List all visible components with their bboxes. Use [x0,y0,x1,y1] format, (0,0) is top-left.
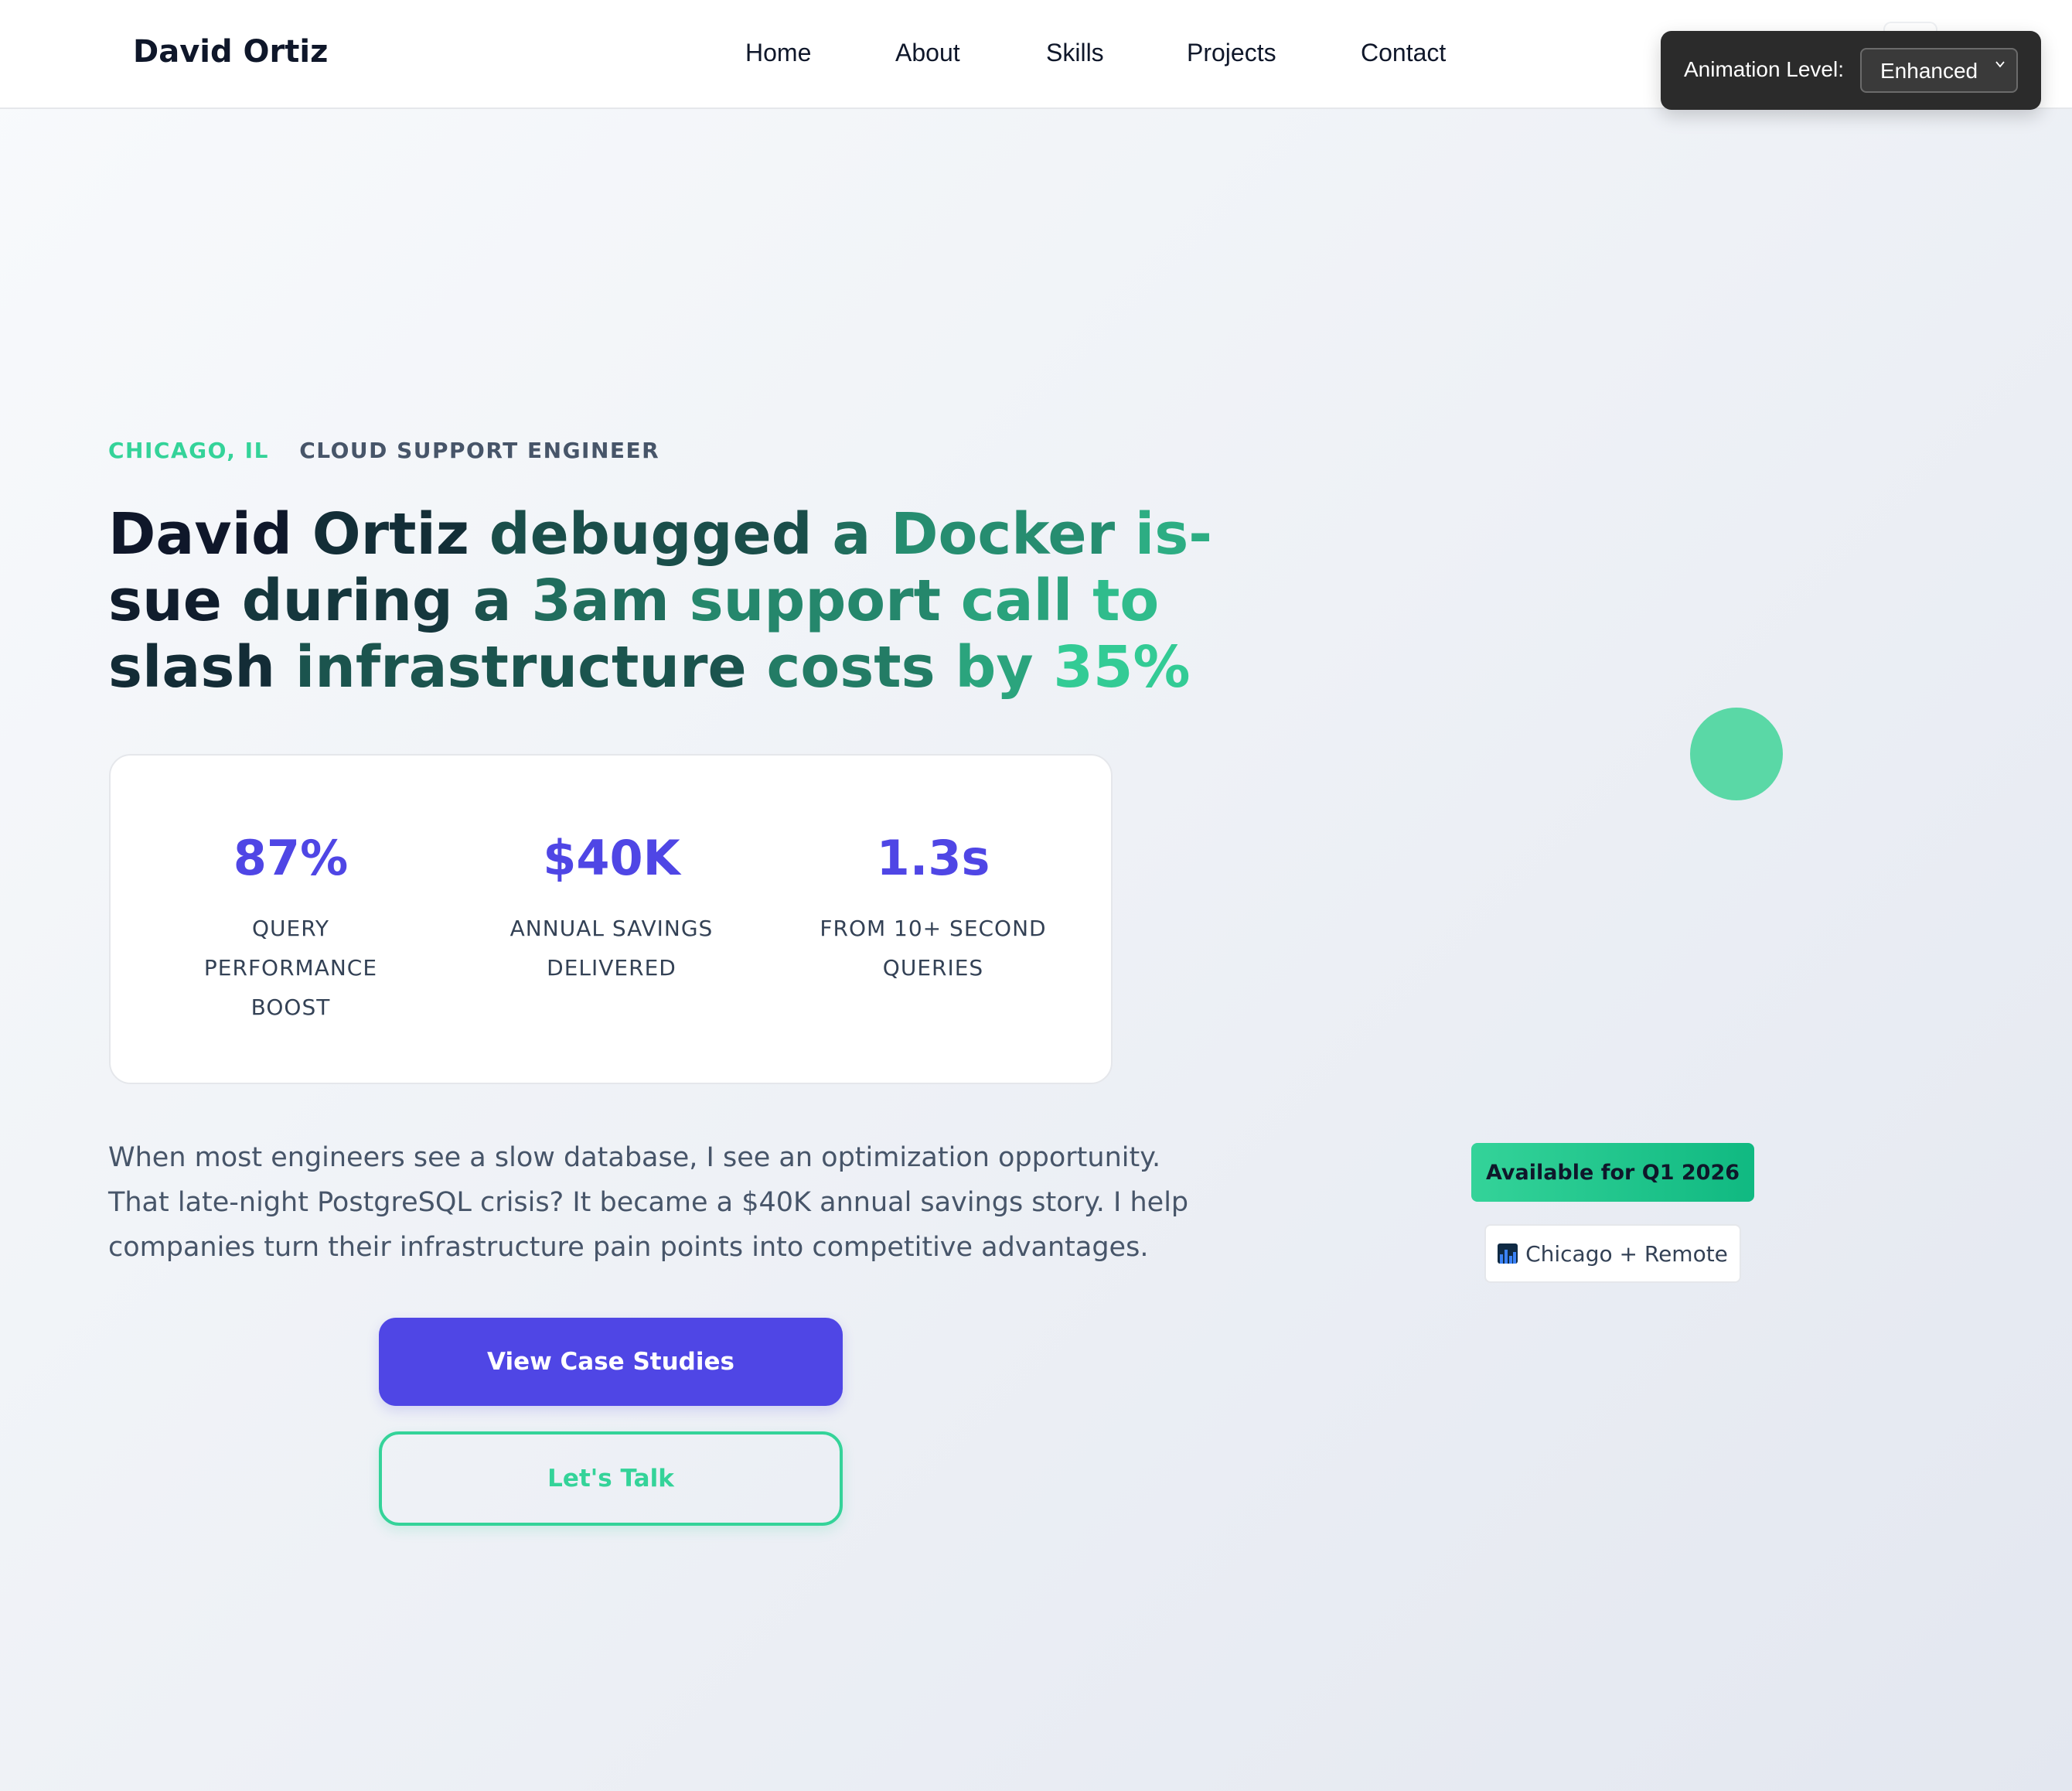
hero-description: When most engineers see a slow database,… [108,1135,1189,1270]
nav-link-skills[interactable]: Skills [1046,39,1104,67]
stat-value: 1.3s [876,830,990,886]
animation-level-panel: Animation Level: Enhanced [1661,31,2041,110]
animation-level-select[interactable]: Enhanced [1860,48,2018,93]
nav-link-about[interactable]: About [895,39,960,67]
animation-level-value: Enhanced [1880,59,1978,83]
headline-line: sue during a 3am support call to [108,568,1160,634]
description-line: companies turn their infrastructure pain… [108,1232,1149,1263]
stat-label: FROM 10+ SECOND QUERIES [794,909,1072,988]
stat-label-line: DELIVERED [547,955,676,981]
stat-value: 87% [233,830,349,886]
hero-eyebrow: CHICAGO, IL CLOUD SUPPORT ENGINEER [108,438,659,463]
stat-label: ANNUAL SAVINGS DELIVERED [472,909,751,988]
stat-label-line: PERFORMANCE [203,955,378,981]
stat-label-line: QUERY [252,916,329,941]
stat-label-line: BOOST [250,994,331,1020]
city-night-icon [1498,1243,1518,1264]
hero-headline: David Ortiz debugged a Docker is- sue du… [108,501,1213,701]
chevron-down-icon [1995,61,2005,68]
hero-location: CHICAGO, IL [108,438,269,463]
hero-role: CLOUD SUPPORT ENGINEER [299,438,660,463]
decorative-circle [1690,708,1783,800]
lets-talk-button[interactable]: Let's Talk [379,1431,843,1526]
nav-link-contact[interactable]: Contact [1361,39,1446,67]
stat-label-line: QUERIES [882,955,984,981]
stat-label: QUERY PERFORMANCE BOOST [152,909,430,1027]
view-case-studies-button[interactable]: View Case Studies [379,1318,843,1406]
description-line: When most engineers see a slow database,… [108,1142,1161,1173]
nav-link-home[interactable]: Home [745,39,811,67]
stat-label-line: ANNUAL SAVINGS [509,916,714,941]
headline-line: David Ortiz debugged a Docker is- [108,501,1213,568]
animation-level-label: Animation Level: [1684,57,1845,81]
stat-label-line: FROM 10+ SECOND [820,916,1047,941]
stat-value: $40K [543,830,680,886]
availability-badge: Available for Q1 2026 [1471,1143,1754,1202]
description-line: That late-night PostgreSQL crisis? It be… [108,1187,1189,1218]
headline-line: slash infrastructure costs by 35% [108,634,1191,701]
nav-link-projects[interactable]: Projects [1187,39,1276,67]
site-logo[interactable]: David Ortiz [133,34,328,70]
stats-card: 87% QUERY PERFORMANCE BOOST $40K ANNUAL … [109,754,1113,1084]
location-badge-label: Chicago + Remote [1525,1240,1728,1267]
location-badge: Chicago + Remote [1484,1224,1741,1283]
